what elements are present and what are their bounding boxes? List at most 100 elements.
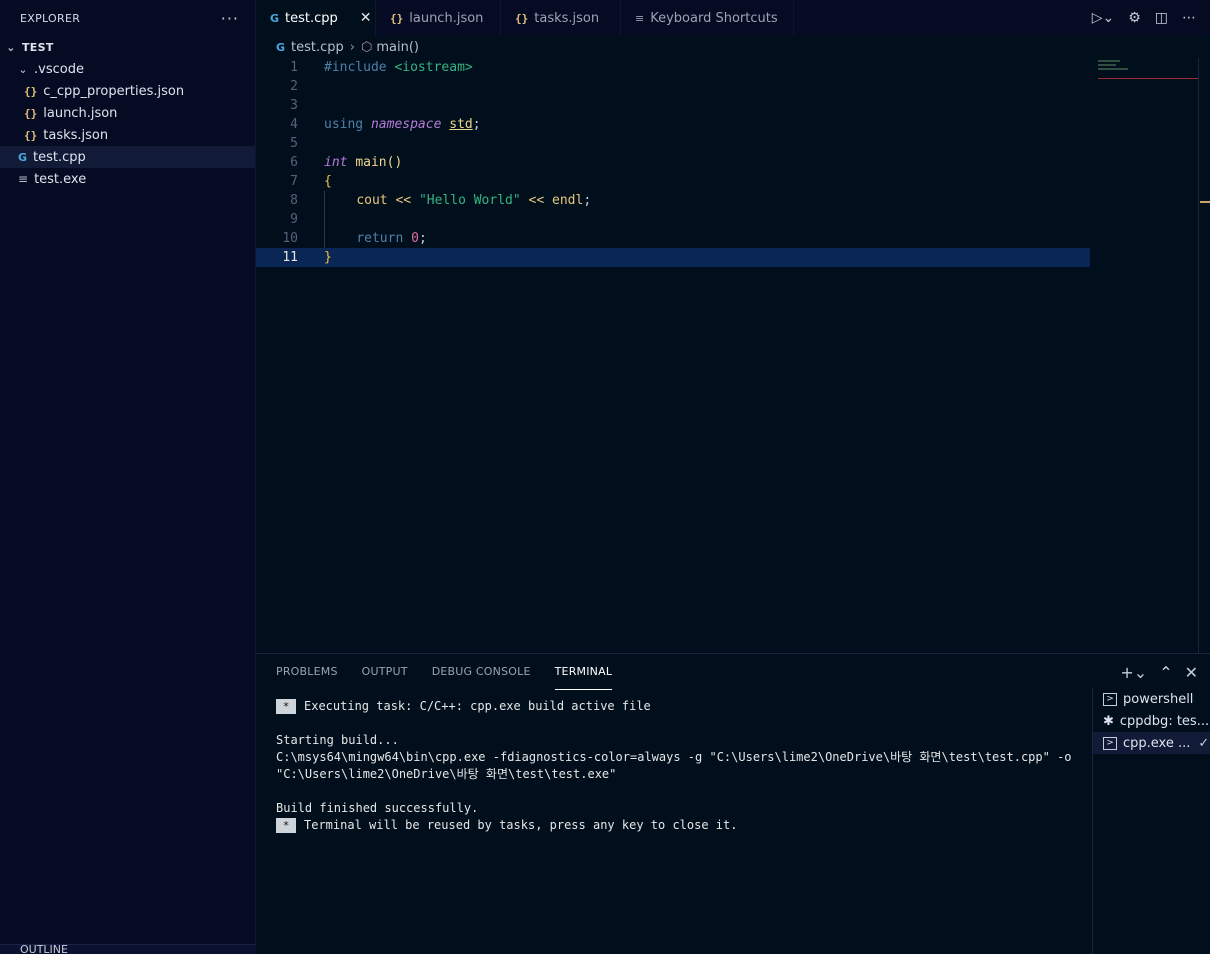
cpp-file-icon: G xyxy=(270,11,280,25)
token: using xyxy=(324,117,364,132)
folder-section-test[interactable]: ⌄ TEST xyxy=(0,36,255,58)
token: std xyxy=(449,117,473,132)
token: cout xyxy=(356,193,388,208)
terminal-line: Build finished successfully. xyxy=(276,801,479,815)
folder-label: .vscode xyxy=(34,61,84,77)
line-number: 1 xyxy=(290,60,298,75)
token: return xyxy=(356,231,404,246)
task-star-badge: * xyxy=(276,818,296,833)
tab-keyboard-shortcuts[interactable]: ≡ Keyboard Shortcuts xyxy=(621,0,794,36)
terminal-text: Terminal will be reused by tasks, press … xyxy=(304,818,738,832)
tab-problems[interactable]: PROBLEMS xyxy=(276,654,338,690)
close-icon[interactable]: ✕ xyxy=(1185,663,1198,682)
code-text: #include <iostream> xyxy=(298,58,473,77)
tab-terminal[interactable]: TERMINAL xyxy=(554,654,613,690)
tree-file-test-exe[interactable]: ≡ test.exe xyxy=(0,168,255,190)
explorer-title: EXPLORER xyxy=(20,11,81,25)
editor-scrollbar[interactable] xyxy=(1198,58,1210,653)
chevron-down-icon: ⌄ xyxy=(18,62,28,76)
gear-icon[interactable]: ⚙ xyxy=(1128,10,1141,26)
split-editor-icon[interactable]: ◫ xyxy=(1155,10,1168,26)
terminal-output[interactable]: * Executing task: C/C++: cpp.exe build ac… xyxy=(276,698,1076,834)
keyboard-icon: ≡ xyxy=(635,11,645,25)
file-label: launch.json xyxy=(43,105,118,121)
terminal-session-cpp-exe[interactable]: > cpp.exe ... ✓ xyxy=(1093,732,1210,754)
session-label: cpp.exe ... xyxy=(1123,735,1191,751)
indent-guide xyxy=(324,210,325,229)
code-text: int main() xyxy=(298,153,402,172)
minimap[interactable] xyxy=(1098,58,1198,88)
code-text: } xyxy=(298,248,332,267)
section-label: TEST xyxy=(22,40,54,54)
file-label: test.exe xyxy=(34,171,87,187)
code-line: 4 using namespace std; xyxy=(256,115,1210,134)
file-label: c_cpp_properties.json xyxy=(43,83,185,99)
bottom-panel: PROBLEMS OUTPUT DEBUG CONSOLE TERMINAL +… xyxy=(256,653,1210,954)
code-line: 8 cout << "Hello World" << endl; xyxy=(256,191,1210,210)
chevron-down-icon: ⌄ xyxy=(6,40,16,54)
panel-actions: +⌄ ⌃ ✕ xyxy=(1120,654,1198,690)
outline-section[interactable]: OUTLINE xyxy=(0,944,256,954)
tab-debug-console[interactable]: DEBUG CONSOLE xyxy=(432,654,531,690)
line-number: 9 xyxy=(290,212,298,227)
terminal-line: C:\msys64\mingw64\bin\cpp.exe -fdiagnost… xyxy=(276,750,1072,764)
tree-file-test-cpp[interactable]: G test.cpp xyxy=(0,146,255,168)
tree-file-c-cpp-properties[interactable]: {} c_cpp_properties.json xyxy=(0,80,255,102)
indent-guide xyxy=(324,191,325,210)
line-number: 2 xyxy=(290,79,298,94)
token: int xyxy=(324,155,348,170)
panel-tab-bar: PROBLEMS OUTPUT DEBUG CONSOLE TERMINAL xyxy=(256,654,1210,690)
tree-file-launch-json[interactable]: {} launch.json xyxy=(0,102,255,124)
more-actions-icon[interactable]: ··· xyxy=(221,9,239,28)
json-file-icon: {} xyxy=(24,84,38,98)
tab-launch-json[interactable]: {} launch.json xyxy=(376,0,501,36)
line-number: 7 xyxy=(290,174,298,189)
more-actions-icon[interactable]: ⋯ xyxy=(1182,10,1196,26)
indent-guide xyxy=(324,229,325,248)
session-label: powershell xyxy=(1123,691,1194,707)
code-line: 7 { xyxy=(256,172,1210,191)
new-terminal-icon[interactable]: +⌄ xyxy=(1120,663,1147,682)
json-file-icon: {} xyxy=(24,128,38,142)
check-icon: ✓ xyxy=(1198,735,1210,751)
terminal-session-powershell[interactable]: > powershell xyxy=(1093,688,1210,710)
run-debug-icon[interactable]: ▷⌄ xyxy=(1092,10,1115,26)
token: namespace xyxy=(370,117,442,132)
terminal-session-cppdbg[interactable]: ✱ cppdbg: tes... xyxy=(1093,710,1210,732)
tree-folder-vscode[interactable]: ⌄ .vscode xyxy=(0,58,255,80)
chevron-right-icon: › xyxy=(349,39,355,55)
tree-file-tasks-json[interactable]: {} tasks.json xyxy=(0,124,255,146)
token: ; xyxy=(583,193,592,208)
token: endl xyxy=(552,193,584,208)
tab-tasks-json[interactable]: {} tasks.json xyxy=(501,0,621,36)
tab-test-cpp[interactable]: G test.cpp ✕ xyxy=(256,0,376,36)
terminal-session-list: > powershell ✱ cppdbg: tes... > cpp.exe … xyxy=(1092,688,1210,954)
minimap-line xyxy=(1098,68,1128,70)
code-line: 5 xyxy=(256,134,1210,153)
token: ; xyxy=(418,231,427,246)
terminal-icon: > xyxy=(1103,736,1117,750)
terminal-line: "C:\Users\lime2\OneDrive\바탕 화면\test\test… xyxy=(276,767,617,781)
code-text: { xyxy=(298,172,332,191)
terminal-line: * Terminal will be reused by tasks, press… xyxy=(276,817,1076,834)
code-line: 2 xyxy=(256,77,1210,96)
line-number: 4 xyxy=(290,117,298,132)
maximize-panel-icon[interactable]: ⌃ xyxy=(1159,663,1172,682)
breadcrumb-file[interactable]: test.cpp xyxy=(291,40,344,55)
terminal-line: Starting build... xyxy=(276,733,399,747)
cpp-file-icon: G xyxy=(18,150,28,164)
debug-icon: ✱ xyxy=(1103,713,1114,729)
explorer-sidebar: EXPLORER ··· ⌄ TEST ⌄ .vscode {} c_cpp_p… xyxy=(0,0,256,954)
editor-tab-bar: G test.cpp ✕ {} launch.json {} tasks.jso… xyxy=(256,0,1210,36)
json-file-icon: {} xyxy=(24,106,38,120)
breadcrumb-symbol[interactable]: main() xyxy=(376,40,419,55)
cpp-file-icon: G xyxy=(276,40,286,54)
token: { xyxy=(324,174,332,189)
tab-output[interactable]: OUTPUT xyxy=(362,654,408,690)
vscode-window: EXPLORER ··· ⌄ TEST ⌄ .vscode {} c_cpp_p… xyxy=(0,0,1210,954)
line-number: 6 xyxy=(290,155,298,170)
code-line: 3 xyxy=(256,96,1210,115)
code-text: return 0; xyxy=(298,229,427,248)
code-editor[interactable]: 1 #include <iostream> 2 3 4 using namesp… xyxy=(256,58,1210,653)
close-icon[interactable]: ✕ xyxy=(360,10,372,26)
